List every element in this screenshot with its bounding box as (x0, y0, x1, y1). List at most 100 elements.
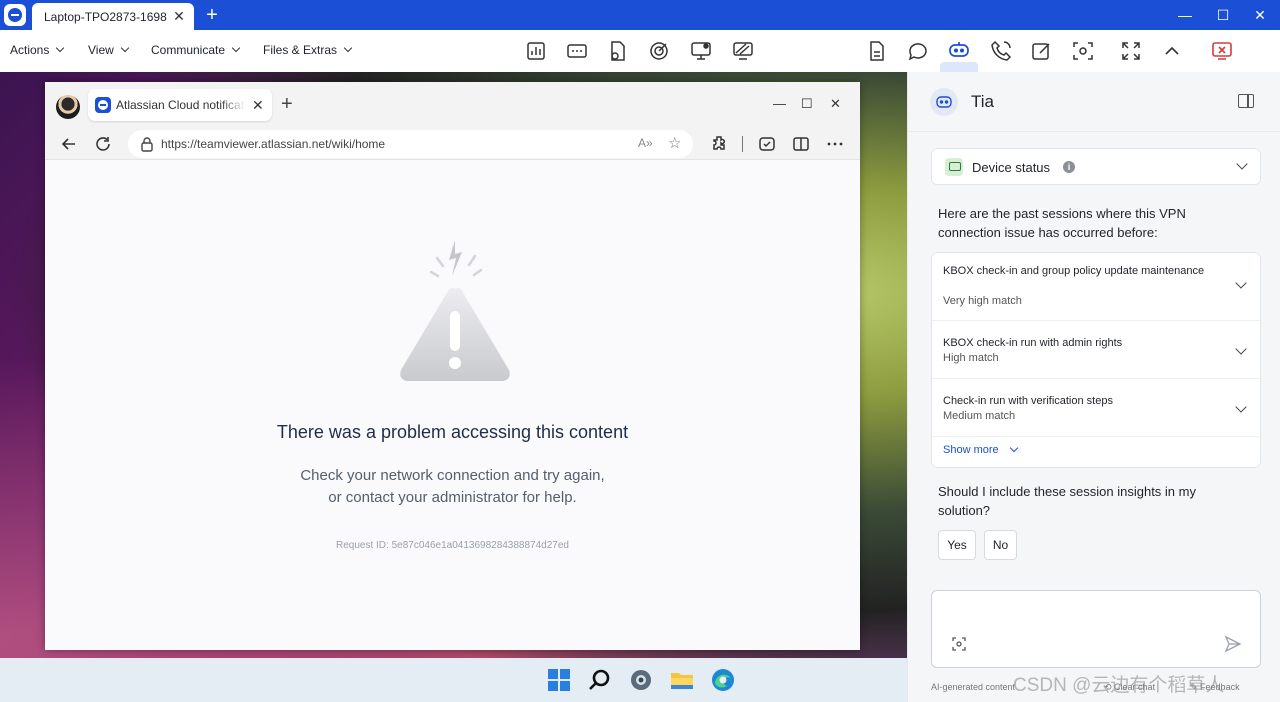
show-more-link[interactable]: Show more (943, 444, 999, 456)
tia-header: Tia (908, 72, 1280, 132)
browser-tab[interactable]: Atlassian Cloud notificat ✕ (88, 89, 272, 121)
session-tab[interactable]: Laptop-TPO2873-1698 ✕ (32, 3, 194, 30)
new-session-tab-button[interactable]: + (202, 4, 222, 26)
tia-assistant-icon[interactable] (947, 39, 971, 63)
session-match: High match (943, 352, 999, 364)
session-toolbar: Actions View Communicate Files & Extras (0, 30, 1280, 100)
new-tab-button[interactable]: + (281, 94, 293, 114)
info-icon[interactable]: i (1063, 161, 1075, 173)
screen-capture-icon[interactable] (952, 637, 966, 651)
device-status-label: Device status (972, 160, 1051, 175)
menu-actions[interactable]: Actions (10, 43, 65, 57)
back-arrow-icon[interactable] (59, 134, 79, 154)
chevron-down-icon[interactable] (1235, 343, 1247, 355)
chevron-down-icon (56, 43, 65, 53)
call-icon[interactable] (989, 39, 1013, 63)
disable-wallpaper-icon[interactable] (731, 39, 755, 63)
no-button[interactable]: No (984, 530, 1017, 560)
chevron-down-icon[interactable] (1236, 158, 1248, 170)
menu-communicate[interactable]: Communicate (151, 43, 241, 57)
file-transfer-icon[interactable] (606, 39, 630, 63)
chevron-down-icon (120, 43, 130, 53)
error-message-line1: Check your network connection and try ag… (300, 467, 605, 484)
past-sessions-card: KBOX check-in and group policy update ma… (931, 252, 1262, 468)
teamviewer-logo-icon[interactable] (4, 4, 26, 26)
search-icon[interactable] (586, 666, 614, 694)
read-aloud-icon[interactable]: A» (638, 136, 653, 150)
remote-desktop[interactable]: Atlassian Cloud notificat ✕ + — ☐ ✕ http… (0, 72, 907, 702)
profile-avatar[interactable] (56, 95, 80, 119)
session-item[interactable]: Check-in run with verification steps Med… (932, 379, 1262, 437)
chat-icon[interactable] (906, 39, 930, 63)
end-session-icon[interactable] (1210, 39, 1234, 63)
remote-input-icon[interactable] (565, 39, 589, 63)
chevron-down-icon[interactable] (1235, 401, 1247, 413)
target-icon[interactable] (647, 39, 671, 63)
browser-tab-strip: Atlassian Cloud notificat ✕ + — ☐ ✕ (45, 82, 860, 128)
notes-icon[interactable] (1030, 39, 1054, 63)
chat-input[interactable] (931, 590, 1261, 668)
chevron-down-icon[interactable] (1235, 277, 1247, 289)
browser-tab-label: Atlassian Cloud notificat (116, 98, 245, 112)
session-match: Very high match (943, 295, 1022, 307)
session-match: Medium match (943, 410, 1016, 422)
browser-minimize-button[interactable]: — (773, 96, 786, 111)
yes-button[interactable]: Yes (938, 530, 976, 560)
windows-start-icon[interactable] (545, 666, 573, 694)
tia-panel: Tia Device status i Here are the past se… (907, 72, 1280, 702)
close-window-button[interactable]: ✕ (1247, 4, 1273, 26)
menu-files-extras[interactable]: Files & Extras (263, 43, 353, 57)
close-session-tab-icon[interactable]: ✕ (170, 7, 188, 25)
tia-avatar (930, 88, 958, 116)
browser-essentials-icon[interactable] (757, 134, 777, 154)
tia-question: Should I include these session insights … (938, 484, 1196, 518)
file-explorer-icon[interactable] (668, 666, 696, 694)
browser-navbar: https://teamviewer.atlassian.net/wiki/ho… (45, 128, 860, 160)
lock-icon (141, 137, 153, 152)
error-title: There was a problem accessing this conte… (276, 422, 629, 442)
screenshot-icon[interactable] (1071, 39, 1095, 63)
windows-taskbar (0, 658, 907, 702)
session-item[interactable]: KBOX check-in run with admin rights High… (932, 321, 1262, 379)
more-options-icon[interactable] (825, 134, 845, 154)
menu-view[interactable]: View (88, 43, 130, 57)
document-icon[interactable] (865, 39, 889, 63)
collapse-icon[interactable] (1160, 39, 1184, 63)
tia-title: Tia (971, 92, 994, 111)
chevron-down-icon (343, 43, 353, 53)
page-content: There was a problem accessing this conte… (45, 161, 860, 650)
maximize-button[interactable]: ☐ (1210, 4, 1236, 26)
tia-bot-icon (936, 96, 952, 108)
session-title: KBOX check-in and group policy update ma… (943, 265, 1205, 277)
minimize-button[interactable]: — (1172, 4, 1198, 26)
toolbar-divider (742, 136, 743, 152)
chevron-down-icon (231, 43, 241, 53)
chevron-down-icon[interactable] (1009, 443, 1019, 453)
dock-panel-icon[interactable] (1238, 94, 1254, 108)
session-title: KBOX check-in run with admin rights (943, 337, 1123, 349)
teamviewer-favicon-icon (95, 97, 111, 113)
dashboard-icon[interactable] (524, 39, 548, 63)
session-item[interactable]: KBOX check-in and group policy update ma… (932, 253, 1262, 321)
favorite-star-icon[interactable]: ☆ (668, 134, 681, 152)
close-tab-icon[interactable]: ✕ (252, 96, 264, 114)
error-message-line2: or contact your administrator for help. (328, 489, 577, 506)
browser-close-button[interactable]: ✕ (830, 96, 841, 112)
refresh-icon[interactable] (93, 134, 113, 154)
teamviewer-titlebar: Laptop-TPO2873-1698 ✕ + — ☐ ✕ (0, 0, 1280, 30)
fullscreen-icon[interactable] (1119, 39, 1143, 63)
split-screen-icon[interactable] (791, 134, 811, 154)
send-icon[interactable] (1224, 635, 1242, 653)
request-id: Request ID: 5e87c046e1a0413698284388874d… (336, 540, 569, 551)
address-bar[interactable]: https://teamviewer.atlassian.net/wiki/ho… (128, 130, 693, 158)
screen-record-icon[interactable] (689, 39, 713, 63)
watermark: CSDN @云边有个稻草人 (1013, 675, 1225, 696)
browser-window: Atlassian Cloud notificat ✕ + — ☐ ✕ http… (45, 82, 860, 650)
device-status-card[interactable]: Device status i (931, 148, 1261, 185)
sessions-intro: Here are the past sessions where this VP… (938, 206, 1186, 240)
url-text: https://teamviewer.atlassian.net/wiki/ho… (161, 137, 386, 151)
edge-browser-icon[interactable] (709, 666, 737, 694)
extensions-icon[interactable] (709, 134, 729, 154)
browser-maximize-button[interactable]: ☐ (801, 96, 813, 112)
settings-icon[interactable] (627, 666, 655, 694)
